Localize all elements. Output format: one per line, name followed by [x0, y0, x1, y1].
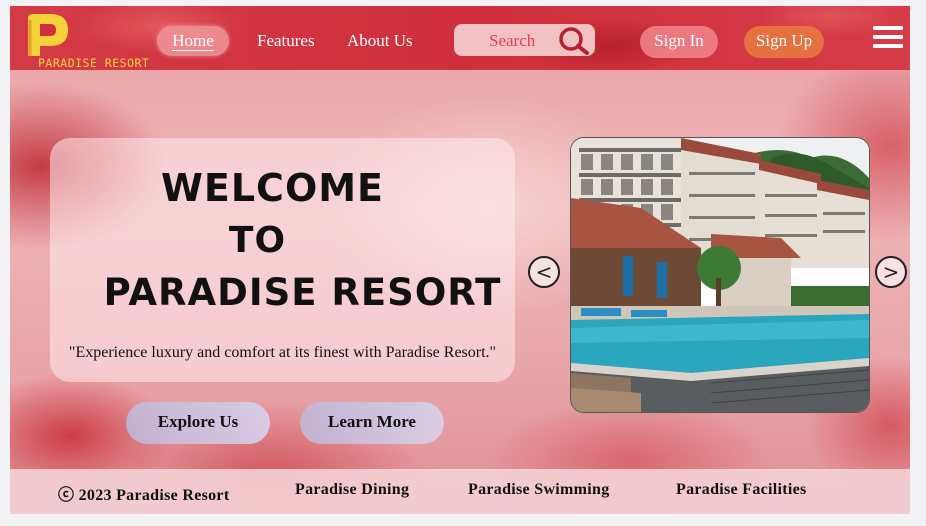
learn-more-button[interactable]: Learn More: [300, 402, 444, 444]
resort-image-carousel[interactable]: [570, 137, 870, 413]
top-navbar: PARADISE RESORT Home Features About Us S…: [10, 6, 910, 70]
footer-swimming-link[interactable]: Paradise Swimming: [468, 481, 610, 499]
footer-facilities-link[interactable]: Paradise Facilities: [676, 481, 807, 499]
nav-about-link[interactable]: About Us: [347, 26, 413, 56]
welcome-card: WELCOME TO PARADISE RESORT "Experience l…: [50, 138, 515, 382]
welcome-title-line2: TO: [228, 220, 287, 261]
welcome-title-line3: PARADISE RESORT: [103, 271, 502, 314]
logo-text: PARADISE RESORT: [38, 56, 150, 70]
hero-tagline: "Experience luxury and comfort at its fi…: [68, 344, 497, 361]
search-box[interactable]: Search: [454, 24, 595, 56]
carousel-next-button[interactable]: >: [875, 256, 907, 288]
resort-photo: [571, 138, 869, 412]
chevron-left-icon: <: [535, 260, 553, 284]
nav-home-link[interactable]: Home: [157, 26, 229, 56]
hamburger-menu-icon[interactable]: [873, 26, 903, 52]
sign-up-button[interactable]: Sign Up: [744, 26, 824, 58]
footer-copyright: ⓒ 2023 Paradise Resort: [58, 487, 230, 504]
sign-in-button[interactable]: Sign In: [640, 26, 718, 58]
nav-features-link[interactable]: Features: [257, 26, 315, 56]
logo[interactable]: PARADISE RESORT: [22, 10, 152, 70]
carousel-prev-button[interactable]: <: [528, 256, 560, 288]
welcome-title-line1: WELCOME: [160, 166, 385, 210]
logo-p-icon: [28, 14, 68, 56]
page-frame: PARADISE RESORT Home Features About Us S…: [10, 6, 910, 514]
footer: ⓒ 2023 Paradise Resort Paradise Dining P…: [10, 469, 910, 514]
explore-us-button[interactable]: Explore Us: [126, 402, 270, 444]
search-label: Search: [489, 31, 536, 50]
search-icon[interactable]: [557, 27, 591, 55]
chevron-right-icon: >: [882, 260, 900, 284]
footer-dining-link[interactable]: Paradise Dining: [295, 481, 409, 499]
